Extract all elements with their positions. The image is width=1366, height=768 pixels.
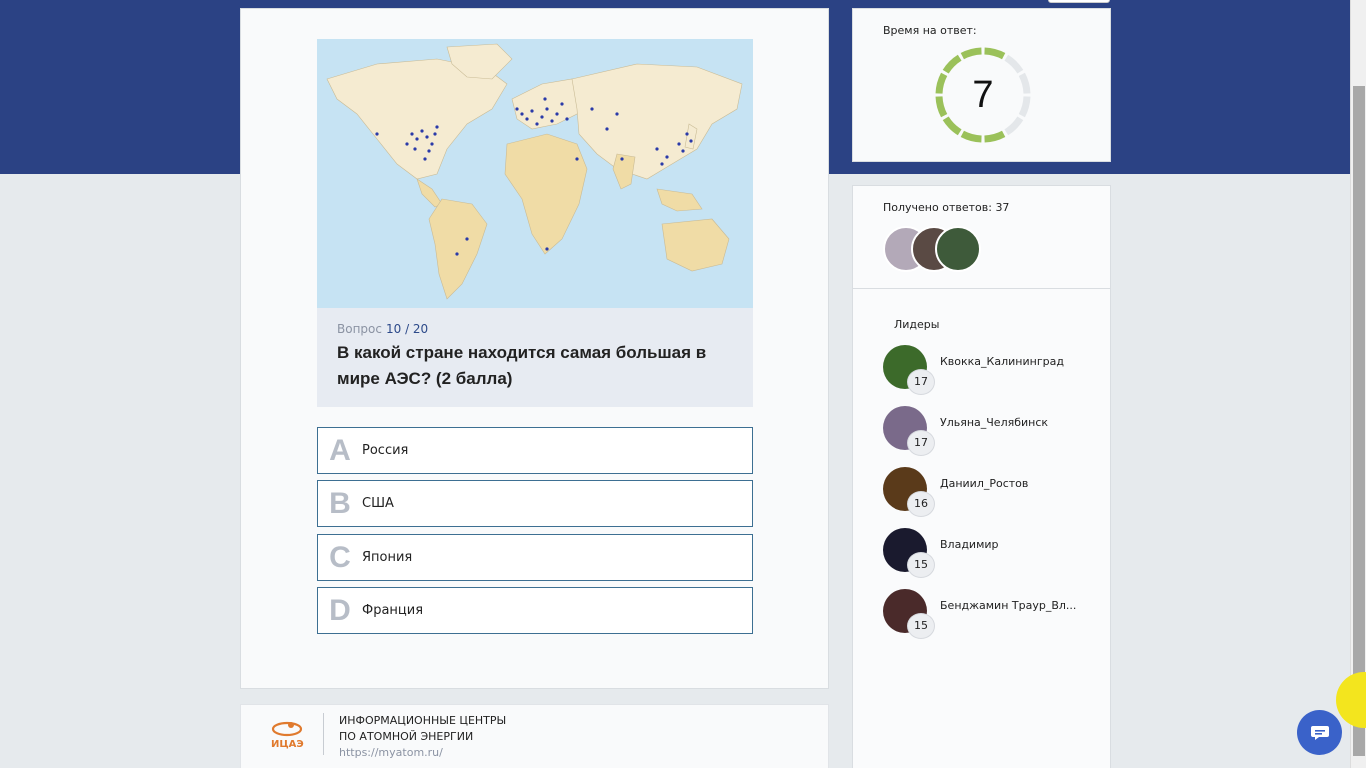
answer-option-c[interactable]: C Япония — [317, 534, 753, 581]
question-number: 10 / 20 — [385, 322, 429, 336]
leader-name: Владимир — [940, 538, 999, 551]
question-meta: Вопрос 10 / 20 — [337, 322, 733, 336]
timer-value: 7 — [972, 74, 994, 116]
footer-title: ИНФОРМАЦИОННЫЕ ЦЕНТРЫ ПО АТОМНОЙ ЭНЕРГИИ — [339, 713, 506, 745]
answer-letter: D — [329, 593, 351, 627]
answer-label: Франция — [362, 603, 424, 618]
leader-score: 17 — [907, 369, 935, 395]
header-button[interactable] — [1048, 0, 1110, 3]
answer-label: Япония — [362, 550, 413, 565]
scrollbar-thumb[interactable] — [1353, 86, 1365, 756]
answer-avatars — [883, 226, 1003, 272]
answer-letter: C — [329, 540, 351, 574]
answer-letter: A — [329, 433, 351, 467]
answer-option-a[interactable]: A Россия — [317, 427, 753, 474]
footer-link[interactable]: https://myatom.ru/ — [339, 746, 443, 759]
leader-name: Даниил_Ростов — [940, 477, 1029, 490]
question-meta-label: Вопрос — [337, 322, 382, 336]
leader-score: 15 — [907, 552, 935, 578]
answers-received-label: Получено ответов: 37 — [883, 201, 1010, 214]
question-text: В какой стране находится самая большая в… — [337, 343, 707, 388]
answer-label: США — [362, 496, 394, 511]
leader-name: Бенджамин Траур_Вл... — [940, 599, 1077, 612]
footer-title-line1: ИНФОРМАЦИОННЫЕ ЦЕНТРЫ — [339, 714, 507, 727]
answer-option-d[interactable]: D Франция — [317, 587, 753, 634]
leader-item: 15 Владимир — [883, 528, 1103, 578]
timer-label: Время на ответ: — [883, 24, 977, 37]
leader-item: 17 Ульяна_Челябинск — [883, 406, 1103, 456]
world-map-svg — [317, 39, 753, 308]
leader-score: 15 — [907, 613, 935, 639]
footer-divider — [323, 713, 324, 755]
leader-score: 16 — [907, 491, 935, 517]
divider — [853, 288, 1110, 289]
logo-text: ИЦАЭ — [271, 739, 304, 750]
timer-card: Время на ответ: 7 — [852, 8, 1111, 162]
leader-score: 17 — [907, 430, 935, 456]
chat-button[interactable] — [1297, 710, 1342, 755]
quiz-card: Вопрос 10 / 20 В какой стране находится с… — [240, 8, 829, 689]
cursor-highlight — [1336, 672, 1366, 728]
avatar — [935, 226, 981, 272]
answer-letter: B — [329, 486, 351, 520]
footer-card: ИЦАЭ ИНФОРМАЦИОННЫЕ ЦЕНТРЫ ПО АТОМНОЙ ЭН… — [240, 704, 829, 768]
leader-item: 17 Квокка_Калининград — [883, 345, 1103, 395]
world-map-image — [317, 39, 753, 308]
leaders-title: Лидеры — [894, 318, 940, 331]
answer-label: Россия — [362, 443, 409, 458]
leaders-card: Получено ответов: 37 Лидеры 17 Квокка_Ка… — [852, 185, 1111, 768]
leader-name: Квокка_Калининград — [940, 355, 1064, 368]
answer-option-b[interactable]: B США — [317, 480, 753, 527]
question-box: Вопрос 10 / 20 В какой стране находится с… — [317, 308, 753, 407]
scrollbar[interactable] — [1350, 0, 1366, 768]
footer-title-line2: ПО АТОМНОЙ ЭНЕРГИИ — [339, 730, 474, 743]
leader-item: 15 Бенджамин Траур_Вл... — [883, 589, 1103, 639]
leader-item: 16 Даниил_Ростов — [883, 467, 1103, 517]
leader-name: Ульяна_Челябинск — [940, 416, 1049, 429]
chat-icon — [1310, 725, 1329, 740]
